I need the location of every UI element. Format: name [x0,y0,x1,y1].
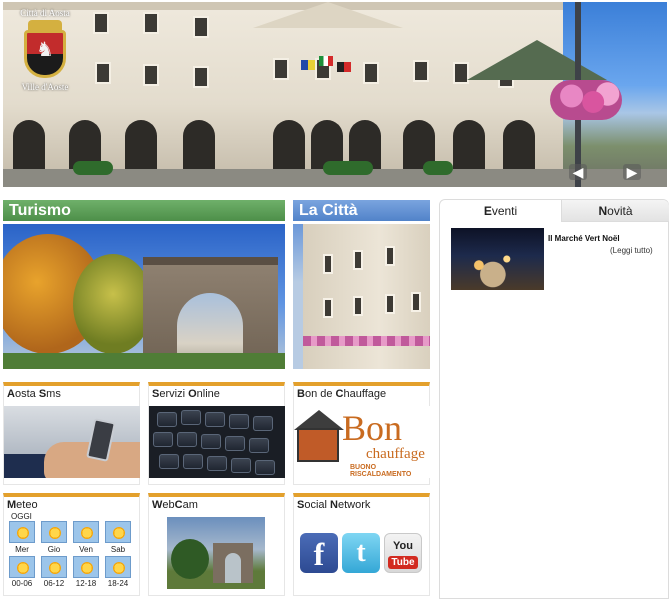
flag [337,62,351,72]
la-citta-photo[interactable] [293,224,430,369]
la-citta-header[interactable]: La Città [293,200,430,221]
meteo-day: Gio [47,545,61,554]
social-network-title: Social Network [297,499,371,511]
sun-icon [105,521,131,543]
meteo-slot: 00-06 [11,579,33,588]
city-crest-logo: Città di Aosta ♞ Ville d'Aoste [16,6,74,98]
aosta-sms-tile[interactable]: Aosta Sms [3,382,140,485]
tab-eventi[interactable]: Eventi [440,200,562,222]
lion-icon: ♞ [36,39,54,61]
town-hall-facade [3,2,563,172]
meteo-day: Mer [15,545,29,554]
bon-de-chauffage-tile[interactable]: Bon de Chauffage Bon chauffage BUONO RIS… [293,382,430,485]
read-more-link[interactable]: (Leggi tutto) [610,246,653,255]
house-icon [297,428,339,462]
tab-novita[interactable]: Novità [562,200,669,222]
servizi-online-title: Servizi Online [152,388,220,400]
meteo-day: Sab [110,545,126,554]
aosta-sms-title: Aosta Sms [7,388,61,400]
events-sidebar: Eventi Novità Il Marché Vert Noël (Leggi… [439,199,669,599]
flower-balcony [303,336,430,346]
sms-phone-image [4,406,140,478]
mountain [467,40,607,80]
meteo-today-label: OGGI [11,512,32,521]
servizi-online-tile[interactable]: Servizi Online [148,382,285,485]
social-network-tile: Social Network f t You Tube [293,493,430,596]
crest-bottom-text: Ville d'Aoste [21,82,69,92]
twitter-icon[interactable]: t [342,533,380,573]
webcam-tile[interactable]: WebCam [148,493,285,596]
sun-icon [41,521,67,543]
youtube-icon[interactable]: You Tube [384,533,422,573]
webcam-image[interactable] [167,517,265,589]
facebook-icon[interactable]: f [300,533,338,573]
slide-prev-icon[interactable]: ◀ [569,164,587,180]
slide-next-icon[interactable]: ▶ [623,164,641,180]
meteo-slot: 12-18 [75,579,97,588]
meteo-day: Ven [79,545,93,554]
event-thumbnail[interactable] [451,228,544,290]
turismo-header[interactable]: Turismo [3,200,285,221]
event-title[interactable]: Il Marché Vert Noël [548,234,620,243]
meteo-slot: 06-12 [43,579,65,588]
meteo-slot: 18-24 [107,579,129,588]
flag [319,56,333,66]
webcam-title: WebCam [152,499,198,511]
bon-de-chauffage-logo: Bon chauffage BUONO RISCALDAMENTO [294,406,430,478]
social-icons: f t You Tube [294,533,430,577]
flower-basket [550,80,622,120]
sun-icon [73,556,99,578]
keyboard-image [149,406,285,478]
turismo-photo[interactable] [3,224,285,369]
bon-de-chauffage-title: Bon de Chauffage [297,388,387,400]
sun-icon [73,521,99,543]
flag [301,60,315,70]
sun-icon [105,556,131,578]
crest-top-text: Città di Aosta [20,8,70,18]
hero-banner: Città di Aosta ♞ Ville d'Aoste ◀ ▶ [3,2,667,187]
meteo-title: Meteo [7,499,38,511]
sun-icon [41,556,67,578]
sun-icon [9,521,35,543]
meteo-tile[interactable]: Meteo OGGI Mer Gio Ven Sab 00-06 06-12 1… [3,493,140,596]
sun-icon [9,556,35,578]
